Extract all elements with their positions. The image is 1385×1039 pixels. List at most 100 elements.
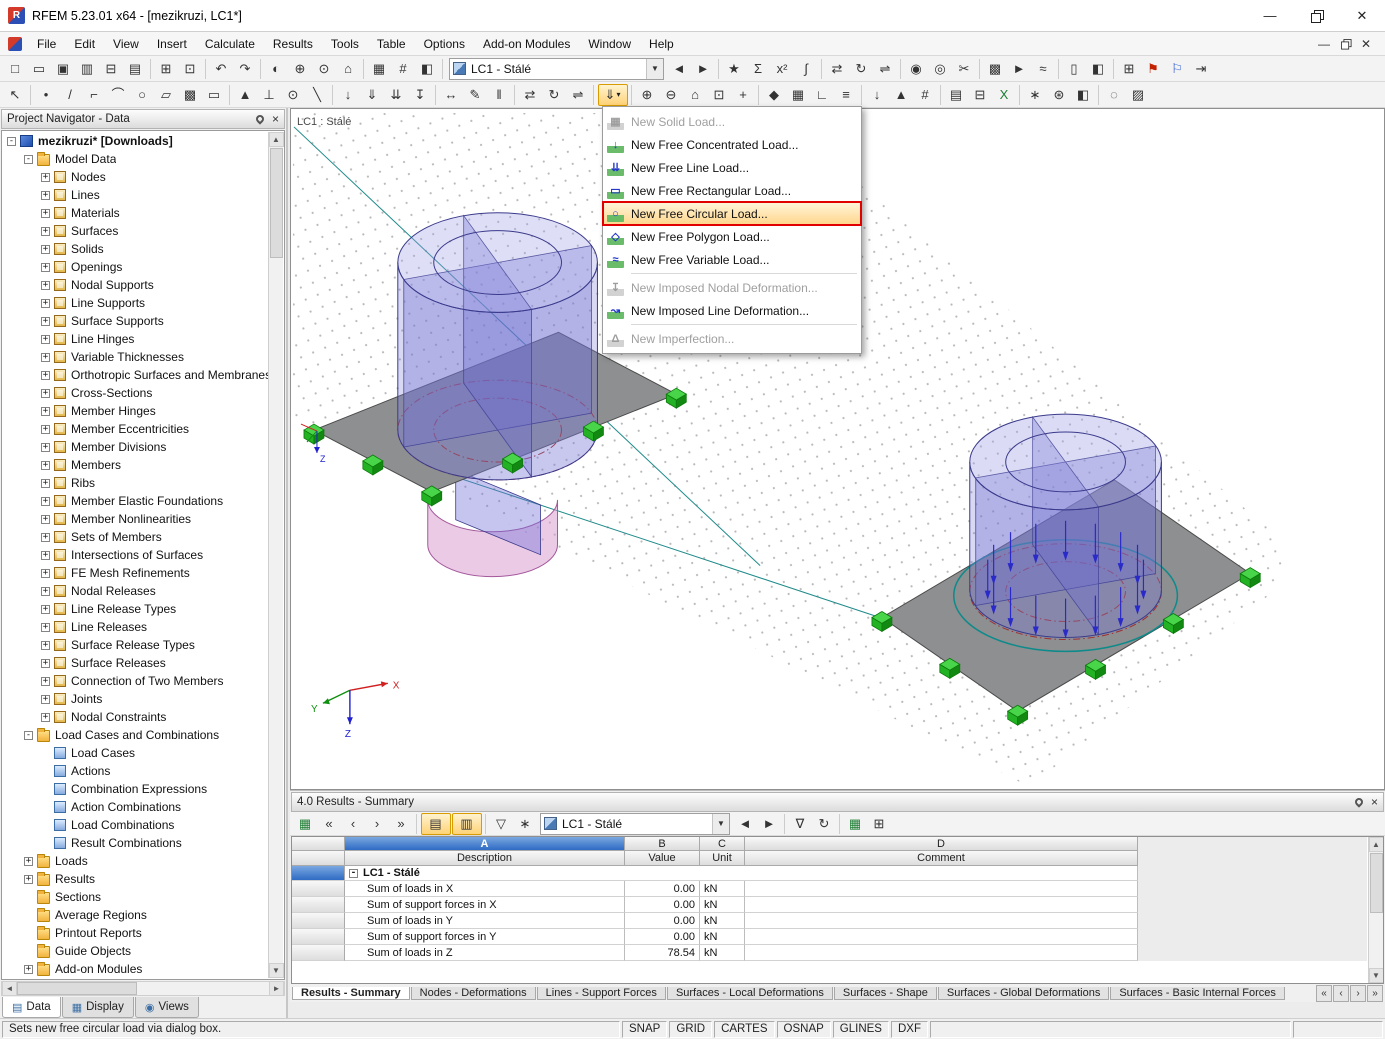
menu-window[interactable]: Window [579,33,640,55]
column-letter-b[interactable]: B [625,837,700,851]
show-filtered-results-icon[interactable]: ▥ [452,813,482,835]
expand-icon[interactable]: + [24,857,33,866]
menu-results[interactable]: Results [264,33,322,55]
tree-item-guide-objects[interactable]: Guide Objects [3,942,268,960]
tree-item-joints[interactable]: +Joints [3,690,268,708]
save-icon[interactable]: ▣ [52,58,75,80]
expand-icon[interactable]: + [41,245,50,254]
module-favorites-icon[interactable]: ∗ [1024,84,1047,106]
line-support-icon[interactable]: ⊥ [258,84,281,106]
move-copy-icon[interactable]: ⇄ [826,58,849,80]
work-plane-icon[interactable]: ◧ [416,58,439,80]
scroll-right-icon[interactable]: ► [269,981,284,996]
expand-icon[interactable]: + [41,173,50,182]
expand-icon[interactable]: + [41,587,50,596]
new-surface-icon[interactable]: ▱ [155,84,178,106]
display-colors-icon[interactable]: ◧ [1087,58,1110,80]
snap-grid-icon[interactable]: ▦ [787,84,810,106]
render-mode-icon[interactable]: ◐ [265,58,288,80]
table-row[interactable]: Sum of loads in X0.00kN [292,881,1367,897]
expand-icon[interactable]: + [41,497,50,506]
new-circle-icon[interactable]: ○ [131,84,154,106]
zoom-in-icon[interactable]: ⊕ [289,58,312,80]
start-calculation-icon[interactable]: ► [1008,58,1031,80]
scroll-left-icon[interactable]: ◄ [2,981,17,996]
open-tables-icon[interactable]: ▤ [945,84,968,106]
tree-item-orthotropic-surfaces-and-membranes[interactable]: +Orthotropic Surfaces and Membranes [3,366,268,384]
tree-item-result-combinations[interactable]: Result Combinations [3,834,268,852]
color-scale-icon[interactable]: ◧ [1072,84,1095,106]
menu-add-on-modules[interactable]: Add-on Modules [474,33,579,55]
toggle-numbering-icon[interactable]: # [914,84,937,106]
tree-item-combination-expressions[interactable]: Combination Expressions [3,780,268,798]
restore-button[interactable] [1293,0,1339,32]
tree-item-load-cases-and-combinations[interactable]: -Load Cases and Combinations [3,726,268,744]
last-used-icon[interactable]: ▨ [1127,84,1150,106]
new-polyline-icon[interactable]: ⌐ [83,84,106,106]
show-numbering-icon[interactable]: # [392,58,415,80]
column-header-description[interactable]: Description [345,851,625,866]
close-button[interactable]: ✕ [1339,0,1385,32]
table-row[interactable]: Sum of support forces in Y0.00kN [292,929,1367,945]
tree-item-line-release-types[interactable]: +Line Release Types [3,600,268,618]
snap-nodes-icon[interactable]: ◆ [763,84,786,106]
minimize-button[interactable]: — [1247,0,1293,32]
column-header-value[interactable]: Value [625,851,700,866]
expand-icon[interactable]: + [41,533,50,542]
expand-icon[interactable]: + [41,263,50,272]
visibility-modes-icon[interactable]: ◉ [905,58,928,80]
table-vertical-scrollbar[interactable]: ▲ ▼ [1368,837,1383,983]
scroll-down-icon[interactable]: ▼ [269,963,284,978]
last-tab-button[interactable]: » [1367,985,1383,1002]
scroll-up-icon[interactable]: ▲ [269,132,284,147]
print-preview-icon[interactable]: ▤ [124,58,147,80]
expand-icon[interactable]: + [41,281,50,290]
display-load-graphics-icon[interactable]: ★ [723,58,746,80]
expand-icon[interactable]: + [41,443,50,452]
menu-item-new-free-circular-load[interactable]: ○New Free Circular Load... [603,202,861,225]
printout-report-icon[interactable]: ⊟ [969,84,992,106]
nodal-support-icon[interactable]: ▲ [234,84,257,106]
expand-icon[interactable]: + [41,407,50,416]
results-pin-icon[interactable] [1353,796,1364,807]
selection-box-icon[interactable]: ◌ [1103,84,1126,106]
scroll-up-icon[interactable]: ▲ [1369,837,1384,852]
tree-item-surface-supports[interactable]: +Surface Supports [3,312,268,330]
tab-surfaces-basic-internal-forces[interactable]: Surfaces - Basic Internal Forces [1110,987,1285,1000]
scroll-thumb[interactable] [270,148,283,258]
new-node-icon[interactable]: • [35,84,58,106]
tab-surfaces-global-deformations[interactable]: Surfaces - Global Deformations [938,987,1109,1000]
collapse-group-icon[interactable]: - [349,869,358,878]
fe-mesh-icon[interactable]: ▩ [984,58,1007,80]
column-header-comment[interactable]: Comment [745,851,1138,866]
collapse-icon[interactable]: - [24,731,33,740]
new-opening-icon[interactable]: ▭ [203,84,226,106]
partial-views-icon[interactable]: ◎ [929,58,952,80]
tree-item-line-releases[interactable]: +Line Releases [3,618,268,636]
table-row[interactable]: Sum of loads in Y0.00kN [292,913,1367,929]
expand-icon[interactable]: + [41,371,50,380]
tree-item-member-hinges[interactable]: +Member Hinges [3,402,268,420]
print-icon[interactable]: ⊟ [100,58,123,80]
tree-item-solids[interactable]: +Solids [3,240,268,258]
expand-icon[interactable]: + [41,209,50,218]
table-row[interactable]: Sum of support forces in X0.00kN [292,897,1367,913]
last-table-icon[interactable]: » [390,813,413,835]
show-all-results-icon[interactable]: ▤ [421,813,451,835]
expand-icon[interactable]: + [41,479,50,488]
tree-item-connection-of-two-members[interactable]: +Connection of Two Members [3,672,268,690]
previous-load-case-icon[interactable]: ◄ [668,58,691,80]
new-member-icon[interactable]: ╲ [306,84,329,106]
mirror-objects-icon[interactable]: ⇌ [567,84,590,106]
menu-table[interactable]: Table [368,33,415,55]
tree-item-line-supports[interactable]: +Line Supports [3,294,268,312]
chevron-down-icon[interactable]: ▼ [646,59,663,79]
tree-item-surface-release-types[interactable]: +Surface Release Types [3,636,268,654]
control-panel-icon[interactable]: ▯ [1063,58,1086,80]
table-settings-icon[interactable]: ∗ [514,813,537,835]
comment-icon[interactable]: ✎ [464,84,487,106]
tree-item-load-combinations[interactable]: Load Combinations [3,816,268,834]
tree-item-members[interactable]: +Members [3,456,268,474]
export-to-excel-icon[interactable]: ▦ [844,813,867,835]
expand-icon[interactable]: + [41,299,50,308]
